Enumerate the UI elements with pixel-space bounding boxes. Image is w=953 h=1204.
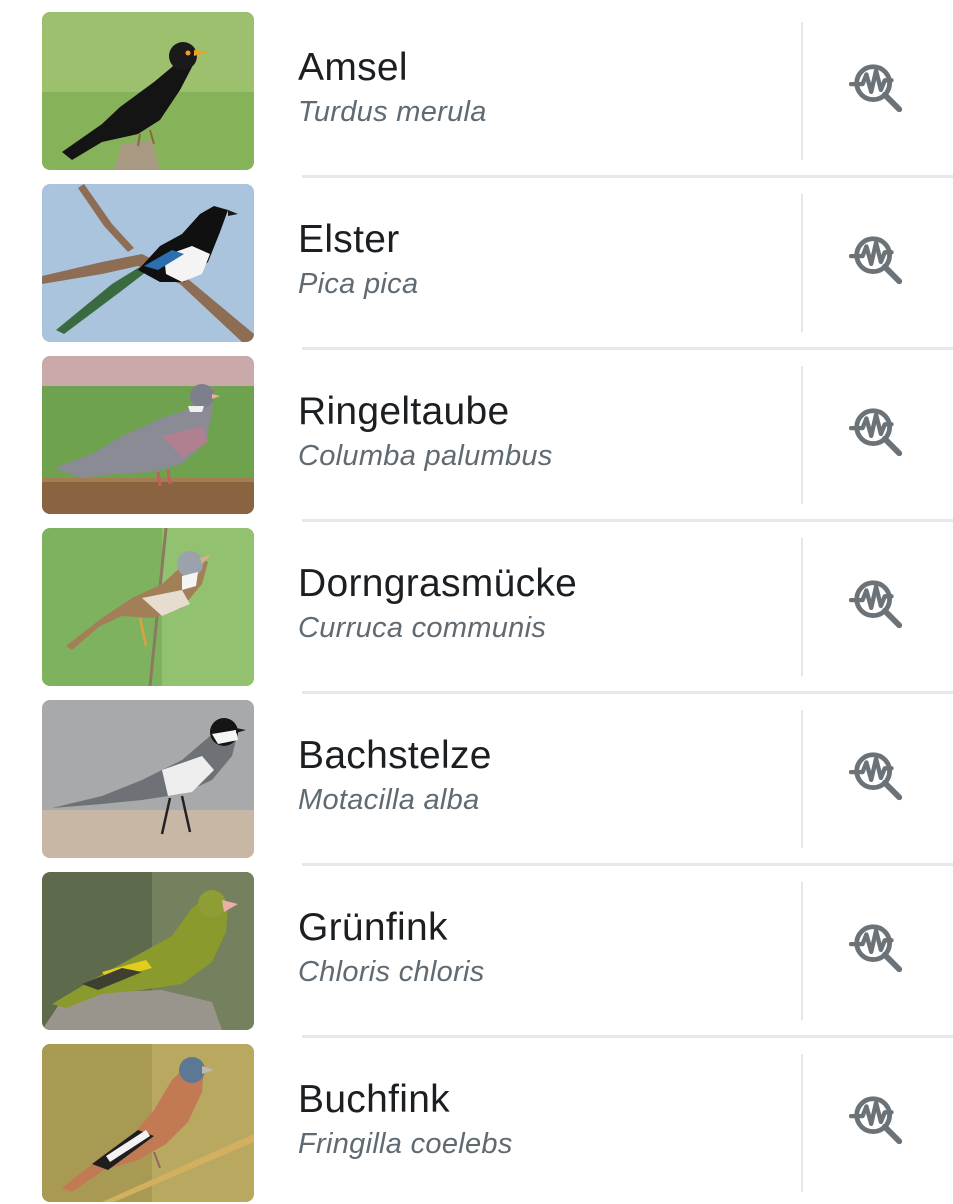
species-text: Ringeltaube Columba palumbus — [298, 388, 788, 474]
list-item[interactable]: Elster Pica pica — [0, 172, 953, 350]
species-photo-chaffinch[interactable] — [42, 1044, 254, 1202]
sonogram-search-icon — [849, 231, 907, 289]
sonogram-search-icon — [849, 919, 907, 977]
species-text: Elster Pica pica — [298, 216, 788, 302]
species-text: Bachstelze Motacilla alba — [298, 732, 788, 818]
vertical-divider — [801, 538, 803, 676]
list-item[interactable]: Grünfink Chloris chloris — [0, 860, 953, 1038]
species-photo-whitethroat[interactable] — [42, 528, 254, 686]
sonogram-search-icon — [849, 575, 907, 633]
species-common-name: Bachstelze — [298, 734, 492, 777]
species-common-name: Grünfink — [298, 906, 448, 949]
species-photo-wagtail[interactable] — [42, 700, 254, 858]
species-photo-greenfinch[interactable] — [42, 872, 254, 1030]
list-item[interactable]: Dorngrasmücke Curruca communis — [0, 516, 953, 694]
species-text: Dorngrasmücke Curruca communis — [298, 560, 788, 646]
species-latin-name: Curruca communis — [298, 612, 547, 644]
list-item[interactable]: Amsel Turdus merula — [0, 0, 953, 178]
sonogram-search-button[interactable] — [840, 738, 916, 814]
species-text: Grünfink Chloris chloris — [298, 904, 788, 990]
vertical-divider — [801, 882, 803, 1020]
vertical-divider — [801, 1054, 803, 1192]
species-common-name: Ringeltaube — [298, 390, 510, 433]
species-latin-name: Pica pica — [298, 268, 419, 300]
species-photo-magpie[interactable] — [42, 184, 254, 342]
species-photo-blackbird[interactable] — [42, 12, 254, 170]
species-photo-woodpigeon[interactable] — [42, 356, 254, 514]
species-common-name: Elster — [298, 218, 400, 261]
sonogram-search-icon — [849, 59, 907, 117]
species-text: Buchfink Fringilla coelebs — [298, 1076, 788, 1162]
vertical-divider — [801, 366, 803, 504]
vertical-divider — [801, 710, 803, 848]
species-common-name: Amsel — [298, 46, 408, 89]
species-latin-name: Motacilla alba — [298, 784, 480, 816]
sonogram-search-button[interactable] — [840, 1082, 916, 1158]
sonogram-search-button[interactable] — [840, 566, 916, 642]
species-latin-name: Chloris chloris — [298, 956, 485, 988]
sonogram-search-button[interactable] — [840, 222, 916, 298]
species-text: Amsel Turdus merula — [298, 44, 788, 130]
list-item[interactable]: Ringeltaube Columba palumbus — [0, 344, 953, 522]
vertical-divider — [801, 194, 803, 332]
species-latin-name: Columba palumbus — [298, 440, 553, 472]
sonogram-search-icon — [849, 747, 907, 805]
species-latin-name: Turdus merula — [298, 96, 487, 128]
list-item[interactable]: Buchfink Fringilla coelebs — [0, 1032, 953, 1204]
sonogram-search-icon — [849, 403, 907, 461]
species-common-name: Dorngrasmücke — [298, 562, 578, 605]
sonogram-search-button[interactable] — [840, 394, 916, 470]
species-list: Amsel Turdus merula Elster Pica pica Rin… — [0, 0, 953, 1202]
sonogram-search-button[interactable] — [840, 910, 916, 986]
sonogram-search-button[interactable] — [840, 50, 916, 126]
sonogram-search-icon — [849, 1091, 907, 1149]
list-item[interactable]: Bachstelze Motacilla alba — [0, 688, 953, 866]
species-latin-name: Fringilla coelebs — [298, 1128, 513, 1160]
vertical-divider — [801, 22, 803, 160]
species-common-name: Buchfink — [298, 1078, 450, 1121]
